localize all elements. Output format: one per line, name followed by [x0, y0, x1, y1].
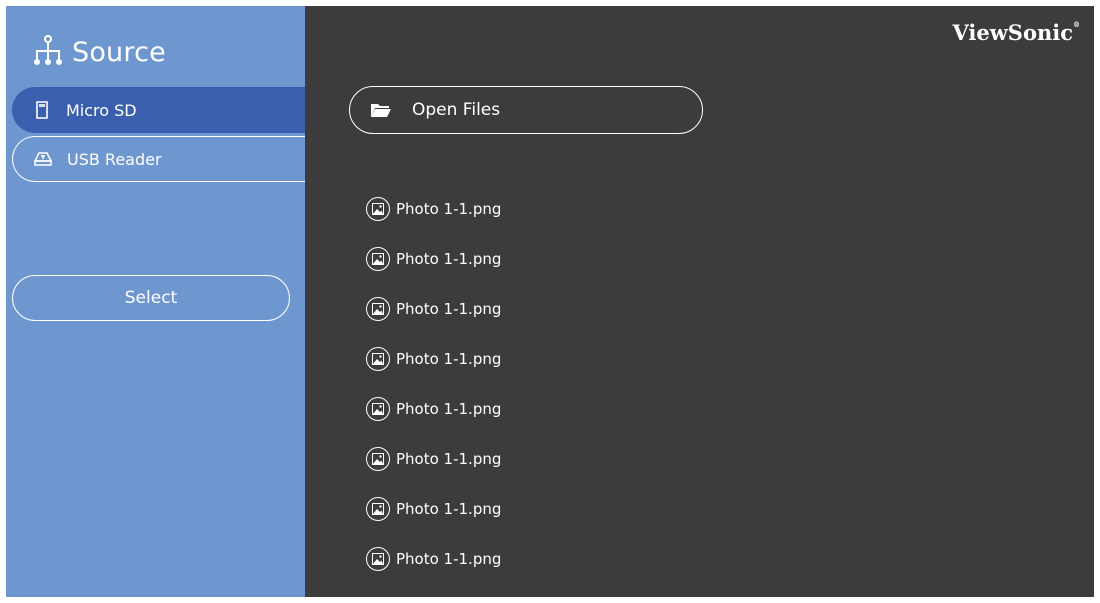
brand-logo: ViewSonic® [952, 20, 1080, 45]
file-name: Photo 1-1.png [396, 200, 502, 218]
file-name: Photo 1-1.png [396, 350, 502, 368]
select-button[interactable]: Select [12, 275, 290, 321]
image-icon [366, 447, 390, 471]
image-icon [366, 497, 390, 521]
file-name: Photo 1-1.png [396, 500, 502, 518]
folder-icon [370, 102, 392, 118]
sidebar: Source Micro SD USB Reader Select [6, 6, 305, 597]
source-tree-icon [32, 34, 64, 70]
image-icon [366, 247, 390, 271]
file-list: Photo 1-1.png Photo 1-1.png Photo 1-1.pn… [366, 184, 501, 584]
image-icon [366, 197, 390, 221]
sidebar-title: Source [72, 36, 166, 68]
sd-card-icon [32, 100, 52, 120]
file-name: Photo 1-1.png [396, 450, 502, 468]
file-item[interactable]: Photo 1-1.png [366, 234, 501, 284]
file-item[interactable]: Photo 1-1.png [366, 384, 501, 434]
file-item[interactable]: Photo 1-1.png [366, 484, 501, 534]
open-files-label: Open Files [412, 100, 501, 120]
file-item[interactable]: Photo 1-1.png [366, 284, 501, 334]
sidebar-item-usb-reader[interactable]: USB Reader [12, 136, 305, 182]
image-icon [366, 547, 390, 571]
main-panel: ViewSonic® Open Files Photo 1-1.png Phot… [305, 6, 1094, 597]
open-files-button[interactable]: Open Files [349, 86, 703, 134]
sidebar-item-micro-sd[interactable]: Micro SD [12, 87, 305, 133]
file-item[interactable]: Photo 1-1.png [366, 334, 501, 384]
file-name: Photo 1-1.png [396, 300, 502, 318]
file-item[interactable]: Photo 1-1.png [366, 534, 501, 584]
file-item[interactable]: Photo 1-1.png [366, 434, 501, 484]
image-icon [366, 347, 390, 371]
file-name: Photo 1-1.png [396, 550, 502, 568]
sidebar-item-label: USB Reader [67, 149, 162, 169]
image-icon [366, 297, 390, 321]
sidebar-item-label: Micro SD [66, 100, 137, 120]
file-name: Photo 1-1.png [396, 250, 502, 268]
file-name: Photo 1-1.png [396, 400, 502, 418]
usb-drive-icon [33, 149, 53, 169]
file-item[interactable]: Photo 1-1.png [366, 184, 501, 234]
source-header: Source [32, 34, 166, 70]
image-icon [366, 397, 390, 421]
app-window: Source Micro SD USB Reader Select ViewSo… [6, 6, 1094, 597]
